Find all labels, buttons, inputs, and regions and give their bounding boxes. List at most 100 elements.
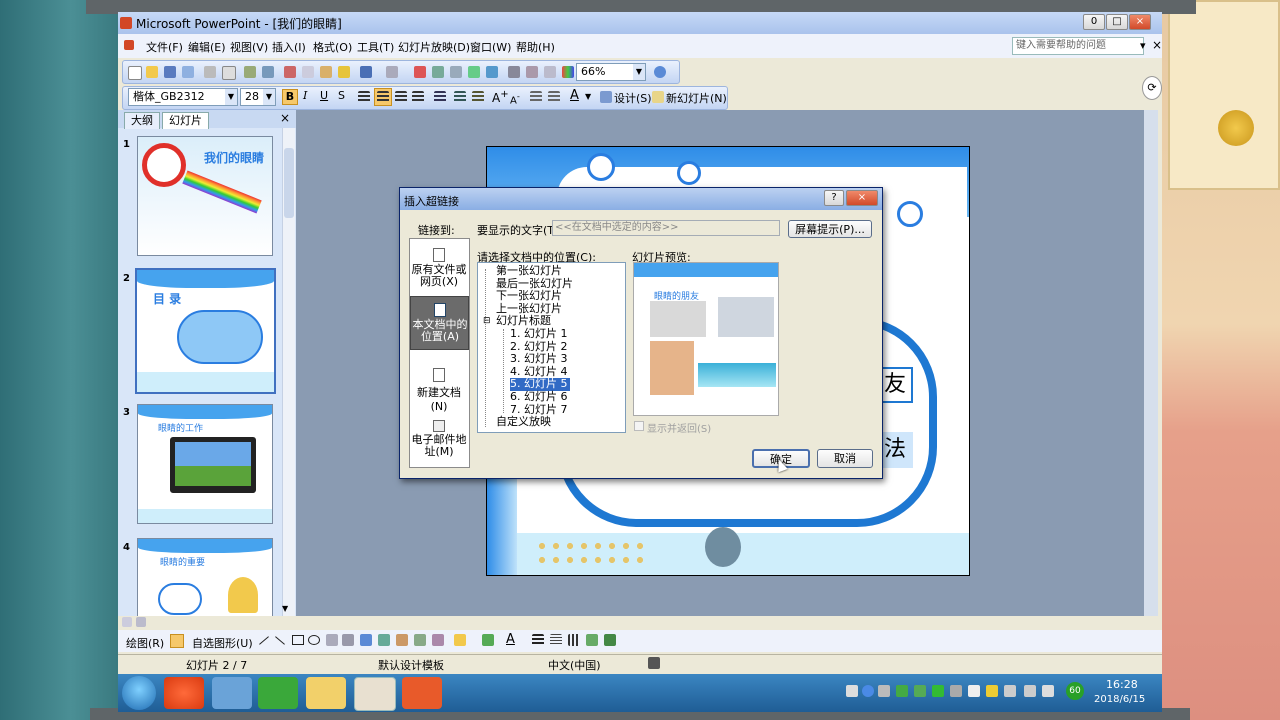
clipart-icon[interactable]	[396, 634, 408, 646]
distributed-icon[interactable]	[434, 91, 446, 103]
rectangle-icon[interactable]	[292, 635, 304, 645]
tables-borders-icon[interactable]	[450, 66, 462, 78]
document-close-button[interactable]: ×	[1152, 38, 1162, 52]
draw-menu-button[interactable]: 绘图(R)	[126, 635, 164, 651]
show-return-checkbox[interactable]	[634, 421, 644, 431]
hyperlink-icon[interactable]	[486, 66, 498, 78]
new-icon[interactable]	[128, 66, 142, 80]
slide-thumbnail-1[interactable]: 我们的眼睛	[137, 136, 273, 256]
scroll-down-icon[interactable]: ▼	[282, 604, 288, 613]
slide-thumbnail-2[interactable]: 目 录	[135, 268, 276, 394]
design-icon[interactable]	[600, 91, 612, 103]
scrollbar-thumb[interactable]	[284, 148, 294, 218]
tray-network-icon[interactable]	[1024, 685, 1036, 697]
picture-icon[interactable]	[414, 634, 426, 646]
taskbar-app-icon[interactable]	[164, 677, 204, 709]
minimize-button[interactable]: 0	[1083, 14, 1105, 30]
select-objects-icon[interactable]	[170, 634, 184, 648]
tray-keyboard-icon[interactable]	[846, 685, 858, 697]
display-text-input[interactable]: <<在文档中选定的内容>>	[552, 220, 780, 236]
dialog-help-button[interactable]: ?	[824, 190, 844, 206]
place-this-document[interactable]: 本文档中的位置(A)	[410, 296, 469, 350]
restore-button[interactable]: □	[1106, 14, 1128, 30]
align-left-icon[interactable]	[358, 91, 370, 103]
print-preview-icon[interactable]	[222, 66, 236, 80]
menu-window[interactable]: 窗口(W)	[470, 39, 511, 55]
bullets-icon[interactable]	[472, 91, 484, 103]
powerpoint-icon[interactable]	[120, 17, 132, 29]
taskbar-explorer-icon[interactable]	[212, 677, 252, 709]
menu-format[interactable]: 格式(O)	[313, 39, 352, 55]
diagram-icon[interactable]	[378, 634, 390, 646]
tab-slides[interactable]: 幻灯片	[162, 112, 209, 129]
screentip-button[interactable]: 屏幕提示(P)...	[788, 220, 872, 238]
autoshapes-button[interactable]: 自选图形(U)	[192, 635, 253, 651]
tree-expander-icon[interactable]: ⊟	[483, 315, 491, 328]
menu-file[interactable]: 文件(F)	[146, 39, 183, 55]
tray-app-icon[interactable]	[932, 685, 944, 697]
insert-image-icon[interactable]	[432, 634, 444, 646]
tray-app-icon[interactable]	[1004, 685, 1016, 697]
pane-close-button[interactable]: ×	[280, 111, 290, 125]
cut-icon[interactable]	[284, 66, 296, 78]
paste-icon[interactable]	[320, 66, 332, 78]
menu-tools[interactable]: 工具(T)	[357, 39, 394, 55]
wordart-icon[interactable]	[360, 634, 372, 646]
bold-button[interactable]: B	[282, 89, 298, 105]
document-icon[interactable]	[124, 40, 134, 50]
save-icon[interactable]	[164, 66, 176, 78]
help-search-input[interactable]: 键入需要帮助的问题	[1012, 37, 1144, 55]
shadow-style-icon[interactable]	[586, 634, 598, 646]
close-button[interactable]: ×	[1129, 14, 1151, 30]
insert-table-icon[interactable]	[468, 66, 480, 78]
dialog-close-button[interactable]: ×	[846, 190, 878, 206]
menu-slideshow[interactable]: 幻灯片放映(D)	[398, 39, 470, 55]
tree-item[interactable]: 1. 幻灯片 1	[510, 327, 568, 341]
clock-date[interactable]: 2018/6/15	[1094, 694, 1145, 705]
expand-all-icon[interactable]	[508, 66, 520, 78]
font-size-select[interactable]: 28 ▼	[240, 88, 276, 106]
design-button[interactable]: 设计(S)	[614, 90, 652, 106]
3d-style-icon[interactable]	[604, 634, 616, 646]
tray-volume-icon[interactable]	[1042, 685, 1054, 697]
align-right-icon[interactable]	[395, 91, 407, 103]
tray-app-icon[interactable]	[986, 685, 998, 697]
help-icon[interactable]	[654, 66, 666, 78]
tree-item[interactable]: 第一张幻灯片	[496, 264, 562, 278]
new-slide-button[interactable]: 新幻灯片(N)	[666, 90, 727, 106]
spelling-icon[interactable]	[244, 66, 256, 78]
slide-sorter-icon[interactable]	[136, 617, 146, 627]
numbering-icon[interactable]	[454, 91, 466, 103]
chevron-down-icon[interactable]: ▼	[585, 92, 591, 101]
cancel-button[interactable]: 取消	[817, 449, 873, 468]
work-scrollbar[interactable]	[1144, 110, 1158, 616]
tray-help-icon[interactable]	[862, 685, 874, 697]
line-color-icon[interactable]	[482, 634, 494, 646]
place-tree[interactable]: 第一张幻灯片 最后一张幻灯片 下一张幻灯片 上一张幻灯片 ⊟ 幻灯片标题 1. …	[477, 262, 626, 433]
taskbar-red-app-icon[interactable]	[402, 677, 442, 709]
tree-item[interactable]: 自定义放映	[496, 416, 551, 429]
justify-icon[interactable]	[412, 91, 424, 103]
task-pane-toggle-icon[interactable]: ⟳	[1142, 76, 1162, 100]
font-name-select[interactable]: 楷体_GB2312 ▼	[128, 88, 238, 106]
slide-thumbnail-3[interactable]: 眼睛的工作	[137, 404, 273, 524]
tray-app-icon[interactable]	[914, 685, 926, 697]
print-icon[interactable]	[204, 66, 216, 78]
italic-button[interactable]: I	[303, 89, 307, 102]
dialog-title-bar[interactable]	[400, 188, 882, 210]
menu-edit[interactable]: 编辑(E)	[188, 39, 226, 55]
copy-icon[interactable]	[302, 66, 314, 78]
shadow-button[interactable]: S	[338, 89, 345, 102]
font-color-icon[interactable]: A	[570, 88, 579, 103]
tray-badge[interactable]: 60	[1066, 682, 1084, 700]
increase-font-icon[interactable]: A+	[492, 89, 509, 105]
undo-icon[interactable]	[360, 66, 372, 78]
dash-style-icon[interactable]	[550, 634, 562, 646]
tray-settings-icon[interactable]	[878, 685, 890, 697]
chart-icon[interactable]	[414, 66, 426, 78]
zoom-select[interactable]: 66% ▼	[576, 63, 646, 81]
clock-time[interactable]: 16:28	[1106, 678, 1138, 691]
place-new-document[interactable]: 新建文档(N)	[410, 366, 469, 413]
decrease-indent-icon[interactable]	[530, 91, 542, 103]
textbox-icon[interactable]	[326, 634, 338, 646]
